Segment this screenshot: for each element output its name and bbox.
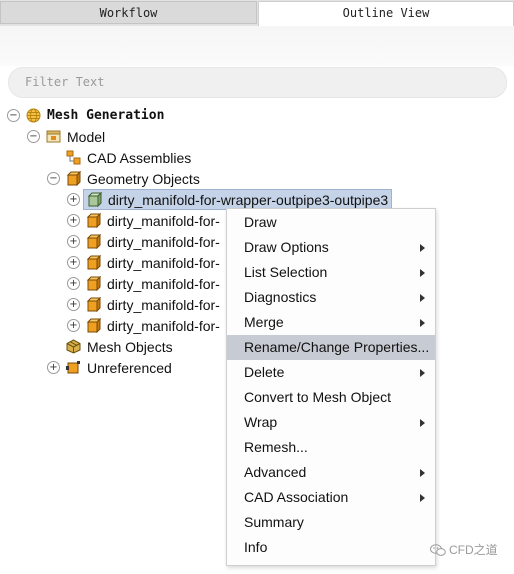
- geometry-objects-icon: [66, 170, 82, 187]
- menu-item-cad-association[interactable]: CAD Association: [227, 485, 435, 510]
- filter-input[interactable]: [23, 74, 496, 90]
- menu-item-label: CAD Association: [244, 489, 349, 505]
- menu-item-wrap[interactable]: Wrap: [227, 410, 435, 435]
- submenu-arrow-icon: [420, 244, 425, 252]
- geometry-cube-icon: [86, 233, 102, 250]
- tab-bar: Workflow Outline View: [0, 0, 514, 26]
- tree-item-mesh-generation[interactable]: − Mesh Generation: [7, 105, 164, 126]
- tree-item-label: dirty_manifold-for-: [107, 233, 220, 250]
- menu-item-rename-change-properties[interactable]: Rename/Change Properties...: [227, 335, 435, 360]
- expand-toggle[interactable]: +: [67, 256, 80, 269]
- menu-item-label: Delete: [244, 364, 285, 380]
- menu-item-label: Advanced: [244, 464, 307, 480]
- menu-item-list-selection[interactable]: List Selection: [227, 260, 435, 285]
- expand-toggle[interactable]: +: [67, 193, 80, 206]
- model-icon: [46, 129, 61, 144]
- submenu-arrow-icon: [420, 294, 425, 302]
- menu-item-label: Merge: [244, 314, 284, 330]
- tree-item-geometry[interactable]: + dirty_manifold-for-: [67, 210, 220, 231]
- menu-item-remesh[interactable]: Remesh...: [227, 435, 435, 460]
- submenu-arrow-icon: [420, 369, 425, 377]
- menu-item-delete[interactable]: Delete: [227, 360, 435, 385]
- submenu-arrow-icon: [420, 419, 425, 427]
- tree-item-label: Mesh Objects: [87, 338, 173, 355]
- toolbar-strip: [0, 26, 514, 66]
- filter-box: [8, 67, 507, 98]
- tree-item-label: dirty_manifold-for-: [107, 317, 220, 334]
- tree-item-geometry[interactable]: + dirty_manifold-for-: [67, 252, 220, 273]
- watermark-text: CFD之道: [449, 543, 498, 557]
- menu-item-info[interactable]: Info: [227, 535, 435, 560]
- tree-item-label: dirty_manifold-for-: [107, 275, 220, 292]
- tree-item-label: dirty_manifold-for-: [107, 254, 220, 271]
- geometry-cube-icon: [86, 317, 102, 334]
- expand-toggle[interactable]: +: [67, 319, 80, 332]
- menu-item-diagnostics[interactable]: Diagnostics: [227, 285, 435, 310]
- collapse-toggle[interactable]: −: [7, 109, 20, 122]
- geometry-cube-icon: [86, 212, 102, 229]
- tree-item-label: CAD Assemblies: [87, 149, 192, 166]
- submenu-arrow-icon: [420, 319, 425, 327]
- menu-item-label: Info: [244, 539, 268, 555]
- menu-item-label: Draw Options: [244, 239, 329, 255]
- submenu-arrow-icon: [420, 269, 425, 277]
- tab-workflow[interactable]: Workflow: [0, 1, 257, 24]
- submenu-arrow-icon: [420, 494, 425, 502]
- collapse-toggle[interactable]: −: [47, 172, 60, 185]
- cad-assemblies-icon: [66, 150, 81, 165]
- menu-item-label: Wrap: [244, 414, 278, 430]
- expand-toggle[interactable]: +: [67, 298, 80, 311]
- menu-item-summary[interactable]: Summary: [227, 510, 435, 535]
- globe-icon: [26, 108, 41, 123]
- menu-item-draw-options[interactable]: Draw Options: [227, 235, 435, 260]
- menu-item-label: Remesh...: [244, 439, 308, 455]
- expand-toggle[interactable]: +: [67, 214, 80, 227]
- menu-item-label: Diagnostics: [244, 289, 317, 305]
- menu-item-label: Convert to Mesh Object: [244, 389, 392, 405]
- geometry-cube-icon: [86, 275, 102, 292]
- tree-item-label: Mesh Generation: [47, 108, 165, 123]
- tree-item-mesh-objects[interactable]: Mesh Objects: [66, 336, 173, 357]
- tree-item-geometry[interactable]: + dirty_manifold-for-wrapper-outpipe3-ou…: [67, 189, 393, 210]
- unreferenced-icon: [66, 360, 81, 375]
- tree-item-cad-assemblies[interactable]: CAD Assemblies: [66, 147, 191, 168]
- submenu-arrow-icon: [420, 469, 425, 477]
- menu-item-convert-to-mesh-object[interactable]: Convert to Mesh Object: [227, 385, 435, 410]
- expand-toggle[interactable]: +: [67, 235, 80, 248]
- expand-toggle[interactable]: +: [47, 361, 60, 374]
- geometry-cube-icon: [87, 191, 103, 208]
- menu-item-merge[interactable]: Merge: [227, 310, 435, 335]
- geometry-cube-icon: [86, 296, 102, 313]
- watermark: CFD之道: [430, 541, 498, 558]
- tree-item-geometry[interactable]: + dirty_manifold-for-: [67, 294, 220, 315]
- expand-toggle[interactable]: +: [67, 277, 80, 290]
- tree-item-geometry[interactable]: + dirty_manifold-for-: [67, 231, 220, 252]
- tree-item-geometry-objects[interactable]: − Geometry Objects: [47, 168, 200, 189]
- collapse-toggle[interactable]: −: [27, 130, 40, 143]
- tree-item-model[interactable]: − Model: [27, 126, 105, 147]
- wechat-icon: [430, 543, 446, 556]
- menu-item-draw[interactable]: Draw: [227, 210, 435, 235]
- menu-item-label: Rename/Change Properties...: [244, 339, 430, 355]
- geometry-cube-icon: [86, 254, 102, 271]
- tree-item-label: Model: [67, 128, 106, 145]
- menu-item-label: List Selection: [244, 264, 328, 280]
- tree-item-geometry[interactable]: + dirty_manifold-for-: [67, 273, 220, 294]
- tab-outline-view[interactable]: Outline View: [258, 1, 514, 26]
- context-menu: Draw Draw Options List Selection Diagnos…: [226, 208, 436, 566]
- menu-item-label: Draw: [244, 214, 277, 230]
- tree-item-label: dirty_manifold-for-wrapper-outpipe3-outp…: [108, 191, 389, 208]
- tree-item-label: Unreferenced: [87, 359, 172, 376]
- selection-highlight: dirty_manifold-for-wrapper-outpipe3-outp…: [83, 189, 393, 210]
- menu-item-advanced[interactable]: Advanced: [227, 460, 435, 485]
- tree-item-label: dirty_manifold-for-: [107, 212, 220, 229]
- tree-item-geometry[interactable]: + dirty_manifold-for-: [67, 315, 220, 336]
- mesh-objects-icon: [66, 339, 81, 354]
- menu-item-label: Summary: [244, 514, 304, 530]
- tree-item-unreferenced[interactable]: + Unreferenced: [47, 357, 172, 378]
- tree-item-label: Geometry Objects: [87, 170, 200, 187]
- tree-item-label: dirty_manifold-for-: [107, 296, 220, 313]
